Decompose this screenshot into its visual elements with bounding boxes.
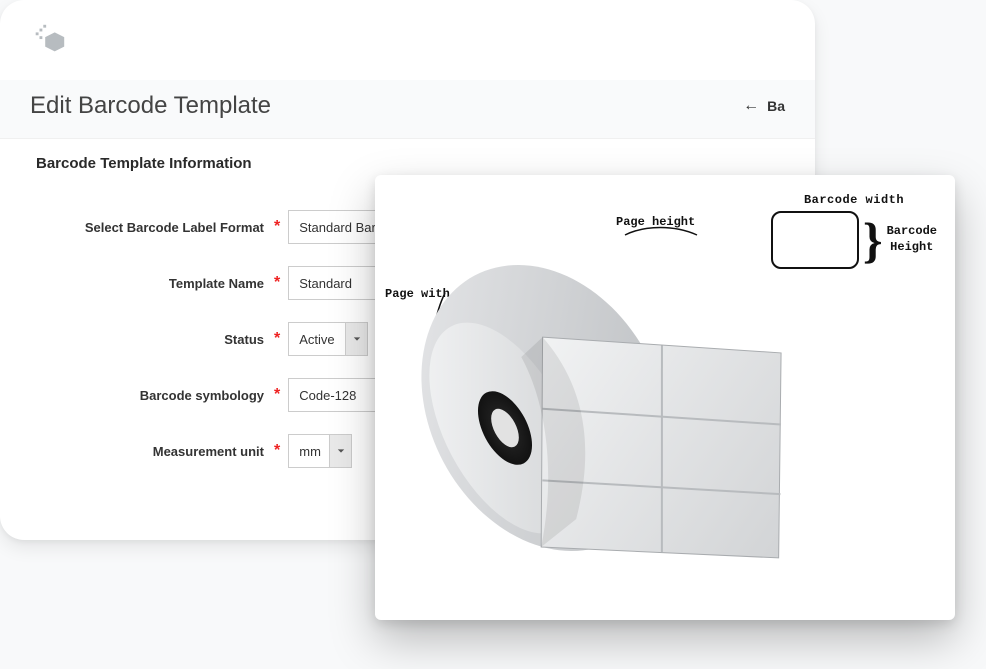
label-unit: Measurement unit — [36, 444, 270, 459]
required-mark: * — [274, 386, 280, 404]
required-mark: * — [274, 218, 280, 236]
card-logo-bar — [0, 0, 815, 80]
section-heading: Barcode Template Information — [0, 139, 815, 178]
label-name: Template Name — [36, 276, 270, 291]
status-dropdown-button[interactable] — [346, 322, 368, 356]
arrow-left-icon: ← — [743, 97, 759, 115]
label-roll-illustration — [395, 213, 825, 593]
title-bar: Edit Barcode Template ← Ba — [0, 80, 815, 139]
unit-dropdown-button[interactable] — [330, 434, 352, 468]
page-title: Edit Barcode Template — [30, 92, 271, 120]
back-label: Ba — [767, 98, 785, 114]
preview-card: Barcode width } Barcode Height Page heig… — [375, 175, 955, 620]
label-status: Status — [36, 332, 270, 347]
label-symbology: Barcode symbology — [36, 388, 270, 403]
label-barcode-height-2: Height — [887, 240, 937, 256]
chevron-down-icon — [353, 335, 361, 343]
unit-select[interactable]: mm — [288, 434, 330, 468]
brace-icon: } — [863, 215, 883, 265]
label-barcode-height-1: Barcode — [887, 224, 937, 240]
label-format: Select Barcode Label Format — [36, 220, 270, 235]
status-select[interactable]: Active — [288, 322, 346, 356]
required-mark: * — [274, 442, 280, 460]
required-mark: * — [274, 330, 280, 348]
required-mark: * — [274, 274, 280, 292]
label-barcode-width: Barcode width — [771, 193, 937, 207]
app-logo-icon — [30, 21, 68, 59]
chevron-down-icon — [337, 447, 345, 455]
back-button[interactable]: ← Ba — [743, 97, 785, 115]
